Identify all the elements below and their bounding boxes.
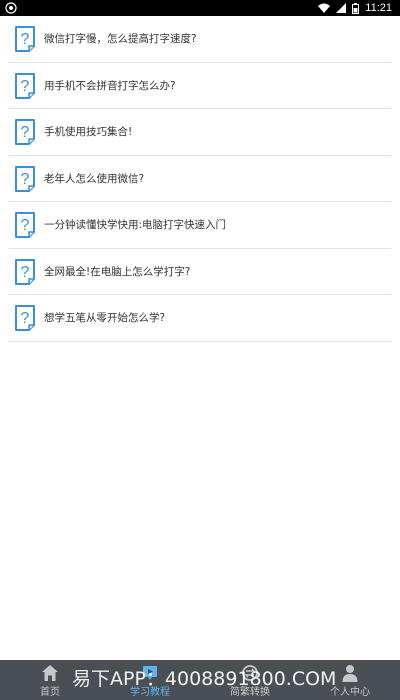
list-item[interactable]: ? 一分钟读懂快学快用:电脑打字快速入门 [9, 202, 391, 249]
item-title: 全网最全!在电脑上怎么学打字? [44, 265, 191, 278]
status-right: 11:21 [318, 1, 392, 15]
tutorial-list: ? 微信打字慢，怎么提高打字速度? ? 用手机不会拼音打字怎么办? ? 手机使用… [0, 16, 400, 342]
list-item[interactable]: ? 老年人怎么使用微信? [9, 156, 391, 202]
tab-profile[interactable]: 个人中心 [300, 660, 400, 700]
item-title: 想学五笔从零开始怎么学? [44, 312, 166, 324]
tab-tutorial[interactable]: 学习教程 [100, 660, 200, 700]
svg-text:?: ? [21, 171, 30, 188]
tab-convert-label: 简繁转换 [230, 687, 270, 698]
status-bar: 11:21 [0, 0, 400, 16]
item-title: 手机使用技巧集合! [44, 126, 133, 138]
tab-convert[interactable]: 简繁转换 [200, 660, 300, 700]
tab-tutorial-label: 学习教程 [130, 687, 170, 698]
question-doc-icon: ? [15, 26, 35, 52]
question-doc-icon: ? [15, 305, 35, 331]
question-doc-icon: ? [15, 72, 35, 99]
tutorial-icon [143, 666, 157, 680]
svg-text:?: ? [21, 217, 30, 234]
clock: 11:21 [365, 2, 392, 14]
bottom-nav: 首页 学习教程 简繁转换 个人中心 [0, 660, 400, 700]
question-doc-icon: ? [15, 258, 35, 285]
battery-icon [352, 2, 360, 14]
wifi-icon [318, 3, 331, 13]
svg-text:?: ? [21, 264, 30, 281]
home-icon [42, 665, 58, 681]
tab-home-label: 首页 [40, 687, 60, 698]
user-icon [342, 665, 358, 682]
list-item[interactable]: ? 全网最全!在电脑上怎么学打字? [9, 249, 391, 295]
item-title: 用手机不会拼音打字怎么办? [44, 79, 176, 92]
question-doc-icon: ? [15, 165, 35, 192]
svg-text:?: ? [21, 124, 30, 141]
item-title: 老年人怎么使用微信? [44, 172, 145, 185]
question-doc-icon: ? [15, 212, 35, 238]
signal-icon [336, 3, 347, 13]
list-item[interactable]: ? 用手机不会拼音打字怎么办? [9, 63, 391, 109]
app-notification-icon [5, 2, 17, 14]
item-title: 一分钟读懂快学快用:电脑打字快速入门 [44, 219, 227, 231]
tab-home[interactable]: 首页 [0, 660, 100, 700]
svg-text:?: ? [21, 31, 30, 48]
svg-text:?: ? [21, 78, 30, 95]
list-item[interactable]: ? 微信打字慢，怎么提高打字速度? [9, 16, 391, 63]
list-item[interactable]: ? 手机使用技巧集合! [9, 109, 391, 156]
list-item[interactable]: ? 想学五笔从零开始怎么学? [9, 295, 391, 342]
tab-profile-label: 个人中心 [330, 687, 370, 698]
item-title: 微信打字慢，怎么提高打字速度? [44, 33, 197, 45]
convert-icon [242, 665, 258, 681]
svg-text:?: ? [21, 310, 30, 327]
question-doc-icon: ? [15, 119, 35, 145]
